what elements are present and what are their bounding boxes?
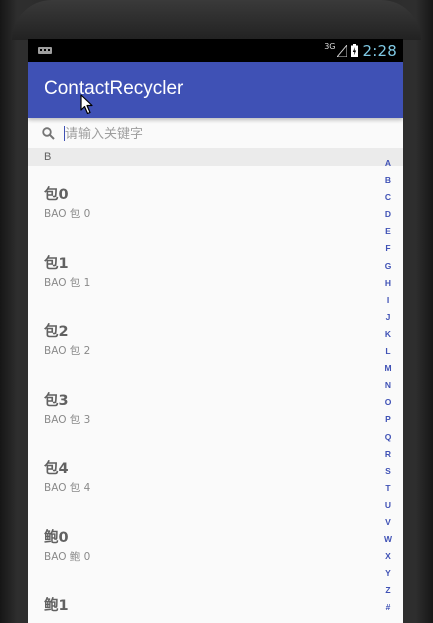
index-letter[interactable]: E: [378, 223, 398, 240]
index-letter[interactable]: F: [378, 240, 398, 257]
index-letter[interactable]: G: [378, 258, 398, 275]
index-letter[interactable]: C: [378, 189, 398, 206]
network-type-label: 3G: [324, 42, 336, 51]
contact-item[interactable]: 包2 BAO 包 2: [28, 303, 368, 372]
contact-list: 包0 BAO 包 0 包1 BAO 包 1 包2 BAO 包 2 包3 BAO …: [28, 166, 368, 623]
contact-item[interactable]: 包1 BAO 包 1: [28, 235, 368, 304]
index-letter[interactable]: H: [378, 275, 398, 292]
index-letter[interactable]: Q: [378, 429, 398, 446]
contact-pinyin: BAO 包 2: [44, 345, 91, 357]
index-letter[interactable]: K: [378, 326, 398, 343]
device-screen: 3G 2:28 ContactRecycler B 包0 BAO 包 0: [28, 39, 403, 623]
index-letter[interactable]: U: [378, 497, 398, 514]
index-letter[interactable]: V: [378, 514, 398, 531]
status-bar: 3G 2:28: [28, 39, 403, 62]
contact-item[interactable]: 鲍0 BAO 鲍 0: [28, 509, 368, 578]
index-letter[interactable]: D: [378, 206, 398, 223]
index-letter[interactable]: M: [378, 360, 398, 377]
contact-pinyin: BAO 包 1: [44, 276, 91, 289]
contact-name: 包4: [44, 461, 69, 477]
index-letter[interactable]: N: [378, 377, 398, 394]
index-letter[interactable]: X: [378, 548, 398, 565]
search-icon: [42, 127, 55, 140]
contact-name: 包3: [44, 392, 69, 409]
contact-item[interactable]: 包4 BAO 包 4: [28, 440, 368, 509]
index-letter[interactable]: P: [378, 411, 398, 428]
signal-icon: [336, 44, 347, 57]
index-letter[interactable]: I: [378, 292, 398, 309]
search-input[interactable]: [65, 125, 315, 143]
contact-pinyin: BAO 鲍 0: [44, 550, 91, 563]
index-letter[interactable]: J: [378, 309, 398, 326]
index-letter[interactable]: S: [378, 463, 398, 480]
search-bar: [28, 118, 403, 148]
index-letter[interactable]: #: [378, 599, 398, 616]
index-letter[interactable]: R: [378, 446, 398, 463]
section-header: B: [28, 148, 403, 166]
contact-pinyin: BAO 包 0: [44, 208, 91, 220]
mouse-pointer-icon: [80, 94, 93, 115]
alphabet-index-bar[interactable]: A B C D E F G H I J K L M N O P Q R S T U V W X Y Z #: [378, 155, 398, 617]
contact-name: 鲍1: [44, 598, 69, 614]
status-time: 2:28: [362, 41, 397, 60]
index-letter[interactable]: W: [378, 531, 398, 548]
device-top: [12, 0, 421, 40]
contact-item[interactable]: 鲍1: [28, 577, 368, 623]
index-letter[interactable]: B: [378, 172, 398, 189]
contact-item[interactable]: 包0 BAO 包 0: [28, 166, 368, 235]
contact-name: 包2: [44, 324, 69, 340]
index-letter[interactable]: Z: [378, 582, 398, 599]
index-letter[interactable]: A: [378, 155, 398, 172]
section-letter: B: [44, 151, 52, 163]
index-letter[interactable]: L: [378, 343, 398, 360]
app-title: ContactRecycler: [44, 78, 184, 99]
contact-item[interactable]: 包3 BAO 包 3: [28, 372, 368, 441]
contact-pinyin: BAO 包 4: [44, 482, 91, 494]
index-letter[interactable]: Y: [378, 565, 398, 582]
contact-name: 包1: [44, 255, 69, 272]
index-letter[interactable]: O: [378, 394, 398, 411]
contact-name: 鲍0: [44, 529, 69, 546]
battery-icon: [350, 44, 358, 57]
notification-icon: [38, 47, 52, 54]
contact-name: 包0: [44, 187, 69, 203]
index-letter[interactable]: T: [378, 480, 398, 497]
contact-pinyin: BAO 包 3: [44, 413, 91, 426]
